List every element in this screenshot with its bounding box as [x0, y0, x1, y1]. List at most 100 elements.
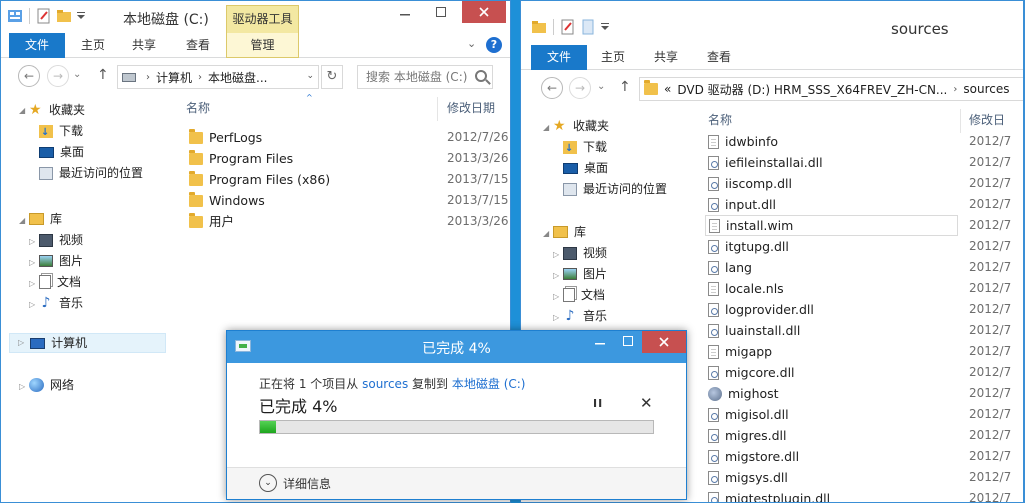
nav-documents[interactable]: 文档 — [39, 272, 81, 292]
nav-videos[interactable]: 视频 — [563, 243, 607, 263]
nav-computer[interactable]: ▷ 计算机 — [9, 333, 166, 353]
back-button[interactable]: ← — [18, 65, 40, 87]
properties-icon[interactable] — [36, 8, 52, 24]
tab-file[interactable]: 文件 — [531, 45, 587, 70]
tab-share[interactable]: 共享 — [643, 45, 689, 70]
address-bar[interactable]: « DVD 驱动器 (D:) HRM_SSS_X64FREV_ZH-CN... … — [639, 77, 1023, 101]
file-row[interactable]: migstore.dll — [705, 446, 958, 467]
expand-icon[interactable]: ▷ — [29, 279, 35, 288]
nav-favorites[interactable]: ★ 收藏夹 — [29, 100, 85, 120]
tab-home[interactable]: 主页 — [591, 45, 635, 70]
file-row[interactable]: Windows — [189, 190, 265, 211]
minimize-button[interactable] — [586, 331, 614, 353]
address-dropdown-icon[interactable]: ⌄ — [306, 71, 314, 81]
file-row[interactable]: Program Files (x86) — [189, 169, 330, 190]
minimize-button[interactable] — [390, 1, 420, 23]
tab-home[interactable]: 主页 — [71, 33, 115, 58]
file-row[interactable]: Program Files — [189, 148, 293, 169]
forward-button[interactable]: → — [569, 77, 591, 99]
file-row[interactable]: lang — [705, 257, 958, 278]
file-row[interactable]: itgtupg.dll — [705, 236, 958, 257]
nav-desktop[interactable]: 桌面 — [563, 158, 608, 178]
up-button[interactable]: ↑ — [97, 67, 109, 83]
forward-button[interactable]: → — [47, 65, 69, 87]
recent-locations-icon[interactable]: ⌄ — [597, 81, 605, 92]
expand-ribbon-icon[interactable]: ⌄ — [467, 37, 476, 50]
new-folder-icon[interactable] — [56, 8, 72, 24]
back-button[interactable]: ← — [541, 77, 563, 99]
source-link[interactable]: sources — [362, 377, 408, 391]
file-row[interactable]: migisol.dll — [705, 404, 958, 425]
nav-music[interactable]: ♪ 音乐 — [563, 306, 607, 326]
customize-dropdown-icon[interactable] — [600, 19, 616, 35]
cancel-button[interactable]: ✕ — [640, 394, 653, 412]
destination-link[interactable]: 本地磁盘 (C:) — [452, 377, 526, 391]
expand-icon[interactable]: ▷ — [553, 313, 559, 322]
file-row[interactable]: input.dll — [705, 194, 958, 215]
nav-favorites[interactable]: ★ 收藏夹 — [553, 116, 609, 136]
expand-icon[interactable]: ▷ — [553, 250, 559, 259]
column-header-date[interactable]: 修改日 — [969, 111, 1005, 133]
expand-icon[interactable]: ▷ — [19, 382, 25, 391]
nav-recent[interactable]: 最近访问的位置 — [563, 179, 667, 199]
column-header-name[interactable]: 名称 — [708, 111, 732, 133]
search-input[interactable]: 搜索 本地磁盘 (C:) — [357, 65, 493, 89]
file-row[interactable]: mighost — [705, 383, 958, 404]
nav-downloads[interactable]: 下载 — [563, 137, 607, 159]
nav-pictures[interactable]: 图片 — [39, 251, 83, 271]
file-row[interactable]: logprovider.dll — [705, 299, 958, 320]
tab-file[interactable]: 文件 — [9, 33, 65, 58]
nav-downloads[interactable]: 下载 — [39, 121, 83, 143]
expand-icon[interactable]: ▷ — [29, 237, 35, 246]
expand-libraries-icon[interactable]: ◢ — [19, 216, 25, 225]
address-bar[interactable]: › 计算机 › 本地磁盘... ⌄ — [117, 65, 319, 89]
close-button[interactable] — [462, 1, 506, 23]
properties-icon[interactable] — [560, 19, 576, 35]
expand-libraries-icon[interactable]: ◢ — [543, 229, 549, 238]
column-divider[interactable] — [437, 97, 438, 121]
expand-icon[interactable]: ▷ — [553, 292, 559, 301]
file-row[interactable]: migtestplugin.dll — [705, 488, 958, 502]
breadcrumb-overflow[interactable]: « — [664, 82, 671, 96]
file-row[interactable]: iefileinstallai.dll — [705, 152, 958, 173]
file-row[interactable]: luainstall.dll — [705, 320, 958, 341]
more-details-button[interactable]: ⌄ 详细信息 — [259, 474, 331, 492]
nav-music[interactable]: ♪ 音乐 — [39, 293, 83, 313]
column-divider[interactable] — [960, 109, 961, 133]
tab-view[interactable]: 查看 — [694, 45, 744, 70]
nav-libraries[interactable]: 库 — [29, 209, 62, 229]
recent-locations-icon[interactable]: ⌄ — [73, 69, 81, 80]
file-row[interactable]: migcore.dll — [705, 362, 958, 383]
nav-desktop[interactable]: 桌面 — [39, 142, 84, 162]
tab-view[interactable]: 查看 — [173, 33, 223, 58]
column-header-date[interactable]: 修改日期 — [447, 99, 495, 121]
file-row[interactable]: migres.dll — [705, 425, 958, 446]
expand-icon[interactable]: ▷ — [18, 333, 24, 353]
file-row[interactable]: migsys.dll — [705, 467, 958, 488]
file-row[interactable]: PerfLogs — [189, 127, 262, 148]
breadcrumb-drive[interactable]: DVD 驱动器 (D:) HRM_SSS_X64FREV_ZH-CN... — [677, 81, 947, 98]
expand-favorites-icon[interactable]: ◢ — [19, 106, 25, 115]
file-row[interactable]: idwbinfo — [705, 131, 958, 152]
file-row[interactable]: 用户 — [189, 211, 234, 232]
context-tab-drive-tools[interactable]: 驱动器工具 — [226, 5, 299, 33]
nav-network[interactable]: 网络 — [29, 375, 74, 395]
column-header-name[interactable]: 名称 — [186, 99, 210, 121]
maximize-button[interactable] — [420, 1, 462, 23]
folder-app-icon[interactable] — [531, 19, 547, 35]
new-folder-icon[interactable] — [580, 19, 596, 35]
expand-favorites-icon[interactable]: ◢ — [543, 123, 549, 132]
nav-videos[interactable]: 视频 — [39, 230, 83, 250]
file-row[interactable]: install.wim — [705, 215, 958, 236]
nav-recent[interactable]: 最近访问的位置 — [39, 163, 143, 183]
breadcrumb-folder[interactable]: sources — [963, 82, 1009, 96]
nav-libraries[interactable]: 库 — [553, 222, 586, 242]
close-button[interactable] — [642, 331, 686, 353]
file-row[interactable]: iiscomp.dll — [705, 173, 958, 194]
tab-share[interactable]: 共享 — [121, 33, 167, 58]
expand-icon[interactable]: ▷ — [29, 300, 35, 309]
app-icon[interactable] — [7, 8, 23, 24]
help-icon[interactable]: ? — [486, 37, 502, 53]
expand-icon[interactable]: ▷ — [553, 271, 559, 280]
breadcrumb-computer[interactable]: 计算机 — [156, 69, 192, 86]
